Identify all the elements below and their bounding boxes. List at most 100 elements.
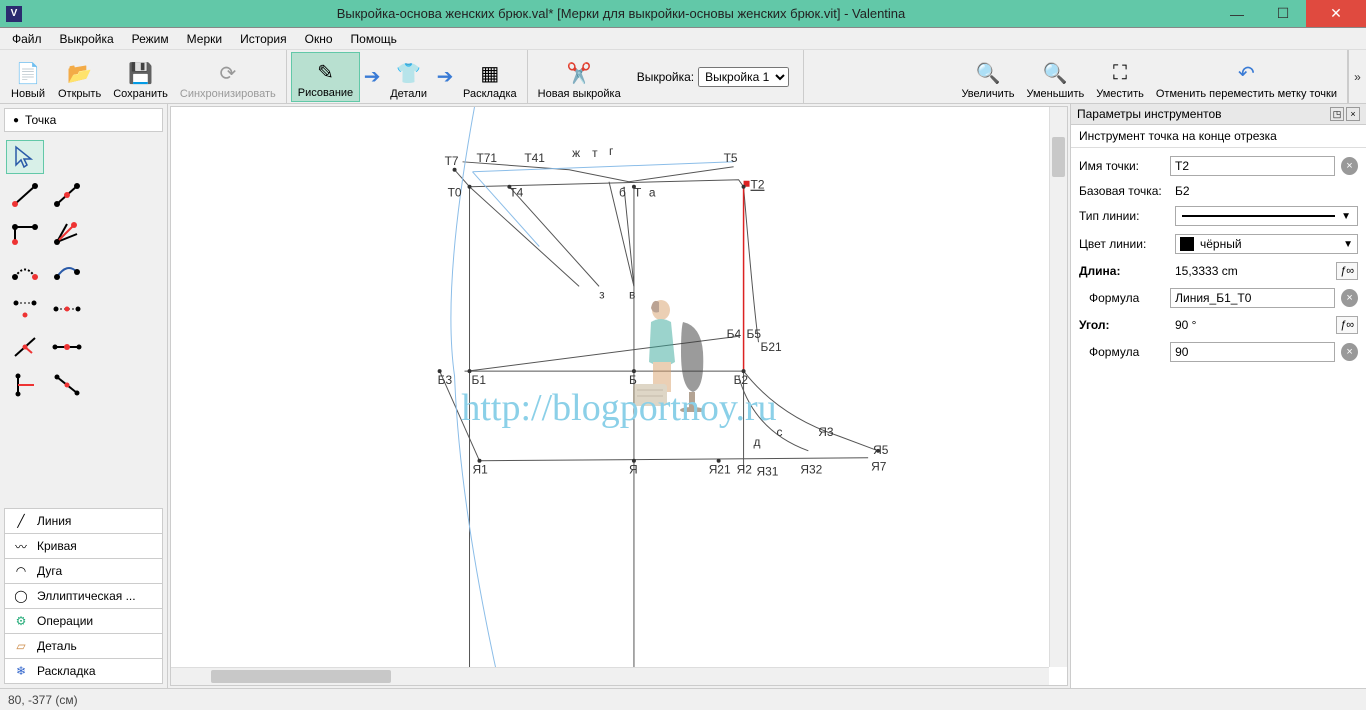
cat-line[interactable]: ╱Линия — [4, 508, 163, 534]
angle-formula-label: Формула — [1079, 345, 1164, 359]
menu-window[interactable]: Окно — [297, 30, 341, 48]
svg-text:Т7: Т7 — [445, 154, 459, 168]
cat-detail[interactable]: ▱Деталь — [4, 634, 163, 659]
pattern-dropdown[interactable]: Выкройка 1 — [698, 67, 789, 87]
svg-text:Я: Я — [629, 463, 638, 477]
tool-line-intersect[interactable] — [48, 330, 86, 364]
tool-shoulder[interactable] — [6, 254, 44, 288]
line-icon: ╱ — [13, 514, 29, 528]
line-type-label: Тип линии: — [1079, 209, 1169, 223]
arrow-right-icon: ➔ — [360, 65, 384, 89]
tool-panel: Точка ╱Линия 〰Кривая ◠Дуга ◯Эллиптическа… — [0, 104, 168, 688]
new-pattern-icon: ✂️ — [567, 62, 591, 86]
tool-height[interactable] — [6, 330, 44, 364]
tool-normal[interactable] — [6, 216, 44, 250]
clear-angle-formula-button[interactable]: × — [1341, 343, 1358, 361]
menu-mode[interactable]: Режим — [124, 30, 177, 48]
menu-pattern[interactable]: Выкройка — [52, 30, 122, 48]
svg-text:Б3: Б3 — [438, 373, 453, 387]
angle-formula-input[interactable] — [1170, 342, 1335, 362]
save-button[interactable]: 💾Сохранить — [107, 52, 174, 102]
tool-along-line[interactable] — [48, 178, 86, 212]
svg-text:Б1: Б1 — [472, 373, 487, 387]
tool-contact[interactable] — [48, 254, 86, 288]
maximize-button[interactable]: ☐ — [1260, 0, 1306, 27]
ops-icon: ⚙ — [13, 614, 29, 628]
horizontal-scrollbar[interactable] — [171, 667, 1049, 685]
base-point-label: Базовая точка: — [1079, 184, 1169, 198]
angle-label: Угол: — [1079, 318, 1169, 332]
sync-button[interactable]: ⟳Синхронизировать — [174, 52, 282, 102]
app-icon: V — [6, 6, 22, 22]
cat-operations[interactable]: ⚙Операции — [4, 609, 163, 634]
menu-history[interactable]: История — [232, 30, 295, 48]
cat-curve[interactable]: 〰Кривая — [4, 534, 163, 559]
length-formula-input[interactable] — [1170, 288, 1335, 308]
length-label: Длина: — [1079, 264, 1169, 278]
svg-text:Я21: Я21 — [709, 463, 731, 477]
detail-icon: ▱ — [13, 639, 29, 653]
zoom-fit-icon: ⛶ — [1108, 62, 1132, 86]
tool-endline[interactable] — [6, 178, 44, 212]
length-fx-button[interactable]: ƒ∞ — [1336, 262, 1358, 280]
new-icon: 📄 — [16, 62, 40, 86]
statusbar: 80, -377 (см) — [0, 688, 1366, 710]
angle-fx-button[interactable]: ƒ∞ — [1336, 316, 1358, 334]
drawing-canvas[interactable]: Т7Т71Т41 жтг Т5 Т0Т4 бТа Т2 зв Б4Б5Б21 Б… — [170, 106, 1068, 686]
clear-name-button[interactable]: × — [1341, 157, 1358, 175]
svg-text:Т2: Т2 — [751, 178, 765, 192]
open-icon: 📂 — [68, 62, 92, 86]
dock-float-button[interactable]: ◳ — [1330, 107, 1344, 121]
menubar: Файл Выкройка Режим Мерки История Окно П… — [0, 28, 1366, 50]
cat-arc[interactable]: ◠Дуга — [4, 559, 163, 584]
menu-measurements[interactable]: Мерки — [179, 30, 230, 48]
ellipse-icon: ◯ — [13, 589, 29, 603]
menu-help[interactable]: Помощь — [343, 30, 405, 48]
svg-text:Б5: Б5 — [747, 327, 762, 341]
line-color-dropdown[interactable]: чёрный▼ — [1175, 234, 1358, 254]
svg-text:ж: ж — [572, 146, 580, 160]
undo-icon: ↶ — [1234, 62, 1258, 86]
point-name-input[interactable] — [1170, 156, 1335, 176]
tool-bisector[interactable] — [48, 216, 86, 250]
draw-mode-button[interactable]: ✎Рисование — [291, 52, 360, 102]
zoom-fit-button[interactable]: ⛶Уместить — [1090, 52, 1150, 102]
cat-elliptical[interactable]: ◯Эллиптическая ... — [4, 584, 163, 609]
svg-text:Т5: Т5 — [724, 151, 738, 165]
close-button[interactable]: ✕ — [1306, 0, 1366, 27]
svg-text:Я3: Я3 — [818, 425, 834, 439]
dock-close-button[interactable]: × — [1346, 107, 1360, 121]
minimize-button[interactable]: — — [1214, 0, 1260, 27]
sync-icon: ⟳ — [216, 62, 240, 86]
cat-layout[interactable]: ❄Раскладка — [4, 659, 163, 684]
tool-intersect[interactable] — [48, 292, 86, 326]
vertical-scrollbar[interactable] — [1049, 107, 1067, 667]
undo-move-button[interactable]: ↶Отменить переместить метку точки — [1150, 52, 1343, 102]
tool-pointer[interactable] — [6, 140, 44, 174]
open-button[interactable]: 📂Открыть — [52, 52, 107, 102]
svg-text:б: б — [619, 186, 626, 200]
menu-file[interactable]: Файл — [4, 30, 50, 48]
new-pattern-button[interactable]: ✂️Новая выкройка — [532, 52, 627, 102]
details-mode-button[interactable]: 👕Детали — [384, 52, 433, 102]
toolbar-overflow[interactable]: » — [1348, 50, 1366, 103]
zoom-out-button[interactable]: 🔍Уменьшить — [1021, 52, 1091, 102]
svg-text:Т: Т — [634, 186, 642, 200]
svg-text:Б2: Б2 — [734, 373, 749, 387]
tool-section-point[interactable]: Точка — [4, 108, 163, 132]
point-name-label: Имя точки: — [1079, 159, 1164, 173]
svg-text:Я5: Я5 — [873, 443, 889, 457]
layout-mode-button[interactable]: ▦Раскладка — [457, 52, 523, 102]
line-type-dropdown[interactable]: ▼ — [1175, 206, 1358, 226]
titlebar: V Выкройка-основа женских брюк.val* [Мер… — [0, 0, 1366, 28]
svg-text:Я7: Я7 — [871, 460, 887, 474]
clear-length-formula-button[interactable]: × — [1341, 289, 1358, 307]
new-button[interactable]: 📄Новый — [4, 52, 52, 102]
svg-text:а: а — [649, 186, 656, 200]
details-icon: 👕 — [397, 62, 421, 86]
tool-triangle[interactable] — [6, 292, 44, 326]
tool-midpoint[interactable] — [6, 368, 44, 402]
zoom-in-button[interactable]: 🔍Увеличить — [955, 52, 1020, 102]
tool-name-label: Инструмент точка на конце отрезка — [1071, 125, 1366, 148]
tool-axis-intersect[interactable] — [48, 368, 86, 402]
